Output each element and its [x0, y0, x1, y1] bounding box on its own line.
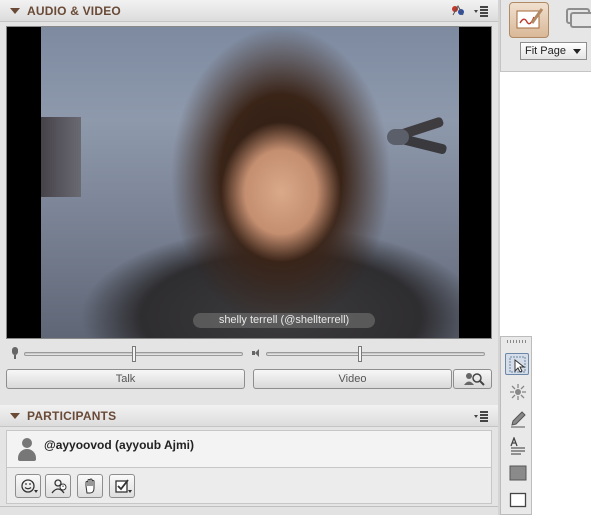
- emoticon-icon: [21, 479, 38, 493]
- rectangle-icon: [509, 492, 527, 508]
- participants-title: PARTICIPANTS: [27, 409, 117, 423]
- user-avatar-icon: [17, 438, 37, 462]
- poll-check-button[interactable]: [109, 474, 135, 498]
- mic-slider-thumb[interactable]: [131, 346, 136, 362]
- app-window: AUDIO & VIDEO shelly terrell (@shellterr…: [0, 0, 591, 515]
- collapse-triangle-icon[interactable]: [10, 413, 20, 419]
- activity-icon: [51, 479, 67, 494]
- video-display: shelly terrell (@shellterrell): [6, 26, 492, 339]
- activity-button[interactable]: [45, 474, 71, 498]
- collapse-triangle-icon[interactable]: [10, 8, 20, 14]
- webcam-feed: shelly terrell (@shellterrell): [41, 27, 459, 338]
- chevron-down-icon: [573, 49, 581, 54]
- left-column: AUDIO & VIDEO shelly terrell (@shellterr…: [0, 0, 498, 515]
- text-tool-button[interactable]: [505, 434, 529, 456]
- zoom-select[interactable]: Fit Page: [520, 42, 587, 60]
- selection-tool-button[interactable]: [505, 353, 529, 375]
- whiteboard-header: Fit Page: [500, 0, 591, 72]
- participants-header[interactable]: PARTICIPANTS: [0, 405, 498, 427]
- filled-rectangle-icon: [509, 465, 527, 481]
- screen-share-icon: [566, 8, 591, 28]
- rectangle-tool-button[interactable]: [505, 488, 529, 510]
- whiteboard-toolbar: [500, 336, 532, 515]
- video-caption: shelly terrell (@shellterrell): [193, 313, 375, 328]
- emoticon-button[interactable]: [15, 474, 41, 498]
- search-person-icon: [464, 373, 485, 386]
- app-share-tab[interactable]: [557, 2, 591, 38]
- whiteboard-pen-icon: [516, 8, 544, 29]
- menu-icon[interactable]: [474, 410, 488, 422]
- whiteboard-tab[interactable]: [509, 2, 549, 38]
- mic-icon: [10, 347, 20, 360]
- participant-row[interactable]: @ayyoovod (ayyoub Ajmi): [6, 430, 492, 468]
- pencil-tool-button[interactable]: [505, 407, 529, 429]
- ceiling-fan: [359, 116, 448, 159]
- zoom-select-value: Fit Page: [525, 45, 566, 57]
- pointer-tool-button[interactable]: [505, 380, 529, 402]
- participant-tools: [6, 468, 492, 504]
- audio-video-title: AUDIO & VIDEO: [27, 4, 121, 18]
- toolbar-grip[interactable]: [507, 340, 527, 343]
- speaker-slider[interactable]: [266, 352, 485, 356]
- next-panel-edge: [0, 506, 498, 515]
- talk-button[interactable]: Talk: [6, 369, 245, 389]
- raise-hand-button[interactable]: [77, 474, 103, 498]
- speaker-slider-thumb[interactable]: [358, 346, 363, 362]
- video-button[interactable]: Video: [253, 369, 452, 389]
- video-search-button[interactable]: [453, 369, 492, 389]
- pencil-icon: [511, 411, 526, 428]
- connection-icon[interactable]: [450, 3, 466, 18]
- raise-hand-icon: [85, 478, 95, 494]
- volume-controls: [0, 344, 498, 366]
- participant-name: @ayyoovod (ayyoub Ajmi): [44, 438, 194, 452]
- filled-rectangle-tool-button[interactable]: [505, 461, 529, 483]
- poll-check-icon: [115, 479, 132, 493]
- selection-arrow-icon: [509, 356, 526, 373]
- pointer-icon: [510, 384, 526, 400]
- audio-video-header[interactable]: AUDIO & VIDEO: [0, 0, 498, 22]
- text-icon: [510, 437, 525, 455]
- speaker-icon: [252, 348, 262, 358]
- menu-icon[interactable]: [474, 5, 488, 17]
